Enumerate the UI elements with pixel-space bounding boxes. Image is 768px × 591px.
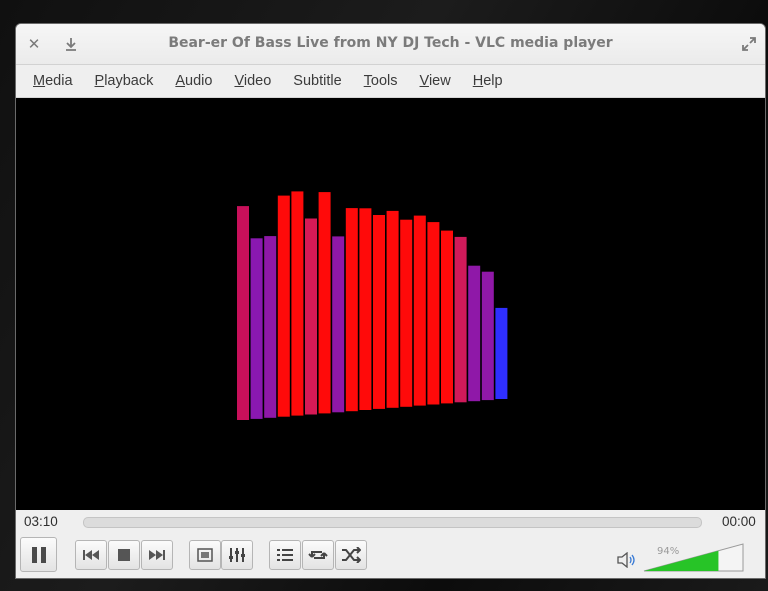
equalizer-icon	[229, 548, 245, 562]
visualizer-bar	[305, 218, 317, 415]
seek-row: 03:10 00:00	[16, 510, 765, 534]
visualizer-bar	[441, 230, 453, 404]
visualizer-bar	[291, 191, 304, 416]
shuffle-icon	[342, 547, 361, 563]
fullscreen-icon	[197, 548, 213, 562]
fullscreen-button[interactable]	[189, 540, 221, 570]
stop-button[interactable]	[108, 540, 140, 570]
window-title: Bear-er Of Bass Live from NY DJ Tech - V…	[168, 35, 613, 51]
elapsed-time: 03:10	[24, 514, 58, 529]
visualizer-bar	[468, 265, 481, 402]
visualizer-bar	[454, 236, 467, 403]
seek-slider[interactable]	[83, 517, 702, 528]
vlc-window: ✕ Bear-er Of Bass Live from NY DJ Tech -…	[16, 24, 765, 578]
remaining-time: 00:00	[722, 514, 756, 529]
visualizer-bar	[345, 208, 358, 412]
shuffle-button[interactable]	[335, 540, 367, 570]
next-icon	[149, 550, 165, 560]
menu-media[interactable]: Media	[22, 73, 84, 89]
pause-icon	[31, 546, 46, 563]
visualizer-bar	[495, 307, 508, 399]
playlist-icon	[277, 549, 293, 561]
visualizer-bar	[427, 222, 440, 405]
menu-help[interactable]: Help	[462, 73, 514, 89]
pause-button[interactable]	[20, 537, 57, 572]
visualizer-bar	[237, 206, 249, 420]
maximize-icon[interactable]	[738, 33, 760, 55]
menu-video[interactable]: Video	[223, 73, 282, 89]
playlist-button[interactable]	[269, 540, 301, 570]
visualizer-bar	[250, 238, 263, 419]
visualizer-bar	[400, 219, 413, 407]
audio-visualizer	[237, 191, 508, 420]
previous-button[interactable]	[75, 540, 107, 570]
visualizer-bar	[277, 195, 290, 417]
extended-settings-button[interactable]	[221, 540, 253, 570]
loop-button[interactable]	[302, 540, 334, 570]
visualizer-bar	[318, 192, 331, 414]
visualizer-bar	[413, 215, 426, 406]
menu-view[interactable]: View	[409, 73, 462, 89]
stop-icon	[118, 549, 130, 561]
visualizer-bar	[332, 236, 345, 413]
menu-playback[interactable]: Playback	[84, 73, 165, 89]
speaker-icon[interactable]	[617, 551, 637, 572]
video-area[interactable]	[16, 98, 765, 510]
title-bar: ✕ Bear-er Of Bass Live from NY DJ Tech -…	[16, 24, 765, 65]
next-button[interactable]	[141, 540, 173, 570]
visualizer-bar	[359, 208, 372, 410]
menu-bar: Media Playback Audio Video Subtitle Tool…	[16, 65, 765, 98]
loop-icon	[308, 551, 328, 559]
previous-icon	[83, 550, 99, 560]
control-bar: 94%	[16, 534, 765, 578]
visualizer-bar	[373, 215, 385, 409]
menu-audio[interactable]: Audio	[164, 73, 223, 89]
visualizer-bar	[386, 210, 399, 408]
visualizer-bar	[264, 236, 277, 418]
menu-tools[interactable]: Tools	[353, 73, 409, 89]
menu-subtitle[interactable]: Subtitle	[282, 73, 352, 89]
volume-slider[interactable]	[643, 543, 745, 577]
visualizer-bar	[481, 271, 494, 401]
